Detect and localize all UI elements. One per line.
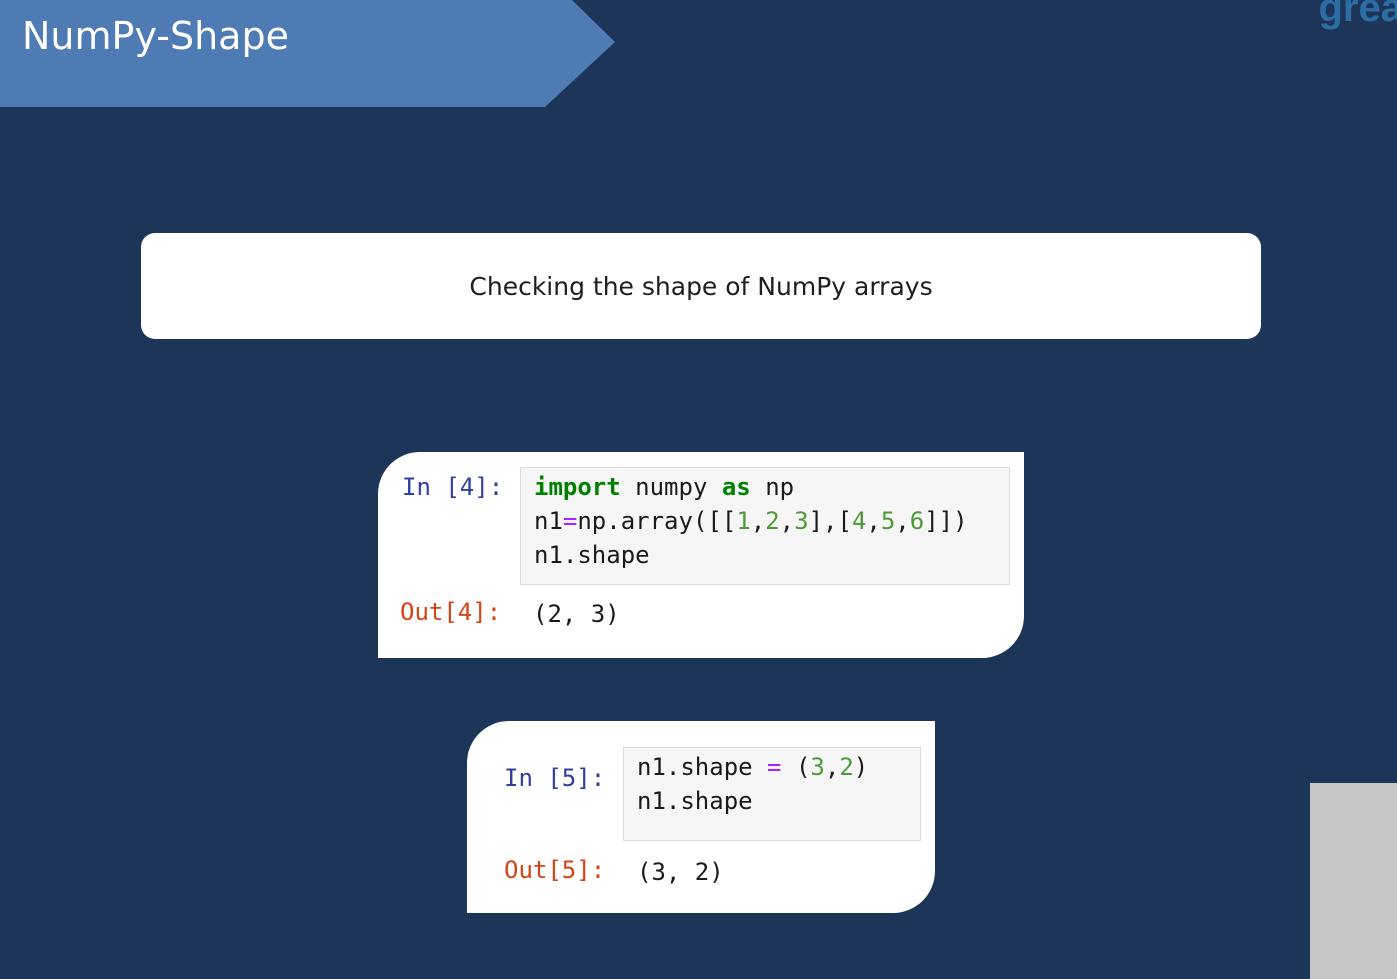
brand-logo: grea — [1318, 0, 1397, 30]
notebook-cell-5: In [5]: n1.shape = (3,2) n1.shape Out[5]:… — [467, 721, 935, 913]
subtitle-box: Checking the shape of NumPy arrays — [141, 233, 1261, 339]
code-token: 3 — [810, 753, 825, 781]
code-token: 4 — [851, 507, 867, 535]
cell-output: (2, 3) — [533, 600, 620, 628]
code-token: , — [750, 507, 766, 535]
code-token: ( — [781, 753, 811, 781]
code-token: n1.shape — [637, 753, 768, 781]
code-token: np — [750, 473, 795, 501]
code-line: import numpy as np — [534, 470, 1009, 504]
notebook-cell-4: In [4]: import numpy as np n1=np.array([[… — [378, 452, 1024, 658]
code-line: n1.shape = (3,2) — [637, 750, 920, 784]
in-prompt: In [4]: — [402, 473, 504, 501]
code-token: 2 — [765, 507, 780, 535]
code-token: n1.shape — [534, 541, 650, 569]
code-token: n1 — [534, 507, 563, 535]
in-prompt: In [5]: — [504, 764, 606, 792]
code-input[interactable]: import numpy as np n1=np.array([[1,2,3],[… — [520, 467, 1010, 585]
code-line: n1=np.array([[1,2,3],[4,5,6]]) — [534, 504, 1009, 538]
code-token: , — [824, 753, 840, 781]
code-token: = — [562, 507, 578, 535]
code-token: ]]) — [924, 507, 968, 535]
code-token: ],[ — [808, 507, 852, 535]
code-token: 5 — [880, 507, 896, 535]
code-token: ) — [853, 753, 869, 781]
code-token: , — [866, 507, 881, 535]
code-token: 2 — [839, 753, 854, 781]
code-token: as — [721, 473, 751, 501]
out-prompt: Out[5]: — [504, 856, 606, 884]
code-line: n1.shape — [637, 784, 920, 818]
code-token: , — [895, 507, 910, 535]
code-line: n1.shape — [534, 538, 1009, 572]
out-prompt: Out[4]: — [400, 598, 502, 626]
slide-title: NumPy-Shape — [22, 14, 289, 58]
code-token: 3 — [794, 507, 809, 535]
subtitle-text: Checking the shape of NumPy arrays — [469, 271, 933, 301]
code-token: 6 — [909, 507, 925, 535]
code-token: 1 — [736, 507, 751, 535]
cell-output: (3, 2) — [637, 858, 724, 886]
code-token: = — [767, 753, 782, 781]
code-token: import — [534, 473, 621, 501]
video-overlay-panel — [1310, 783, 1397, 979]
code-token: numpy — [620, 473, 722, 501]
code-token: np.array([[ — [577, 507, 737, 535]
code-token: , — [779, 507, 795, 535]
code-token: n1.shape — [637, 787, 753, 815]
code-input[interactable]: n1.shape = (3,2) n1.shape — [623, 747, 921, 841]
